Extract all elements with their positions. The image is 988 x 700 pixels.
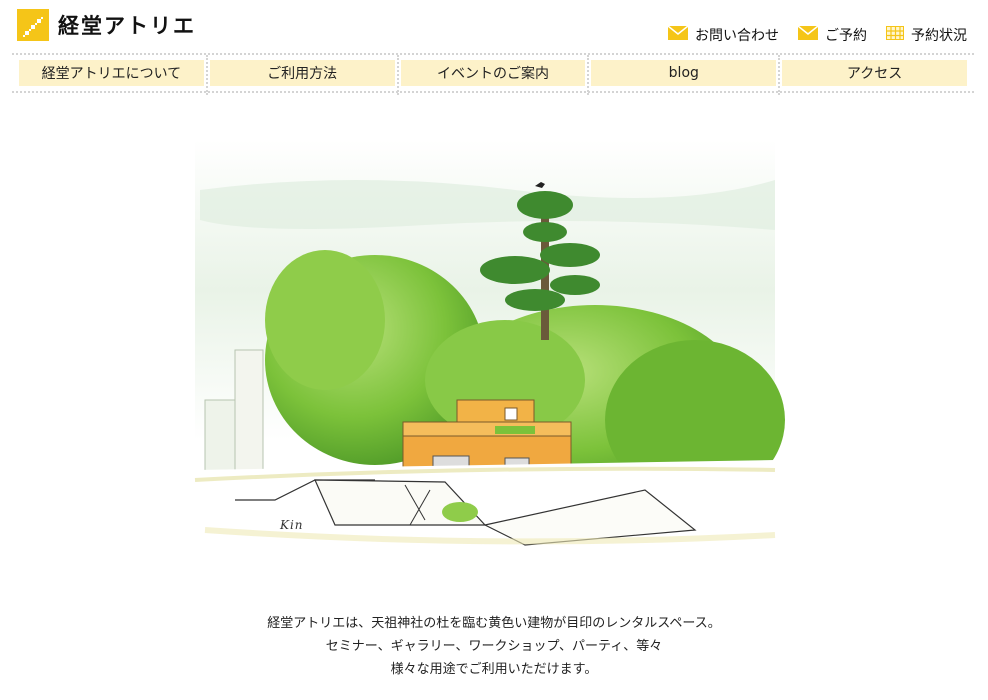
intro-line: 経堂アトリエは、天祖神社の杜を臨む黄色い建物が目印のレンタルスペース。 — [267, 616, 721, 631]
nav-item-events[interactable]: イベントのご案内 — [400, 60, 586, 86]
logo-stairs-icon — [17, 9, 49, 41]
intro-text: 経堂アトリエは、天祖神社の杜を臨む黄色い建物が目印のレンタルスペース。 セミナー… — [0, 612, 988, 681]
intro-line: 様々な用途でご利用いただけます。 — [390, 662, 598, 677]
calendar-grid-icon — [886, 26, 904, 44]
site-name: 経堂アトリエ — [58, 14, 196, 38]
nav-item-usage[interactable]: ご利用方法 — [209, 60, 395, 86]
hero-illustration: Kin — [175, 120, 805, 560]
artist-signature: Kin — [280, 518, 304, 532]
nav-item-access[interactable]: アクセス — [782, 60, 967, 86]
reservation-link-label: ご予約 — [825, 28, 867, 44]
availability-link[interactable]: 予約状況 — [886, 25, 967, 45]
nav-divider — [396, 55, 399, 95]
mail-icon — [667, 25, 689, 44]
nav-item-about[interactable]: 経堂アトリエについて — [19, 60, 204, 86]
intro-line: セミナー、ギャラリー、ワークショップ、パーティ、等々 — [325, 639, 663, 654]
reservation-link[interactable]: ご予約 — [797, 25, 867, 45]
nav-divider — [205, 55, 208, 95]
contact-link-label: お問い合わせ — [695, 28, 779, 44]
nav-divider — [778, 55, 781, 95]
mail-icon — [797, 25, 819, 44]
site-header: 経堂アトリエ お問い合わせ ご予約 予約状況 — [0, 0, 988, 50]
nav-item-blog[interactable]: blog — [591, 60, 777, 86]
nav-divider — [587, 55, 590, 95]
contact-link[interactable]: お問い合わせ — [667, 25, 779, 45]
site-logo[interactable]: 経堂アトリエ — [17, 9, 196, 41]
global-nav: 経堂アトリエについて ご利用方法 イベントのご案内 blog アクセス — [12, 53, 974, 95]
availability-link-label: 予約状況 — [911, 28, 967, 44]
